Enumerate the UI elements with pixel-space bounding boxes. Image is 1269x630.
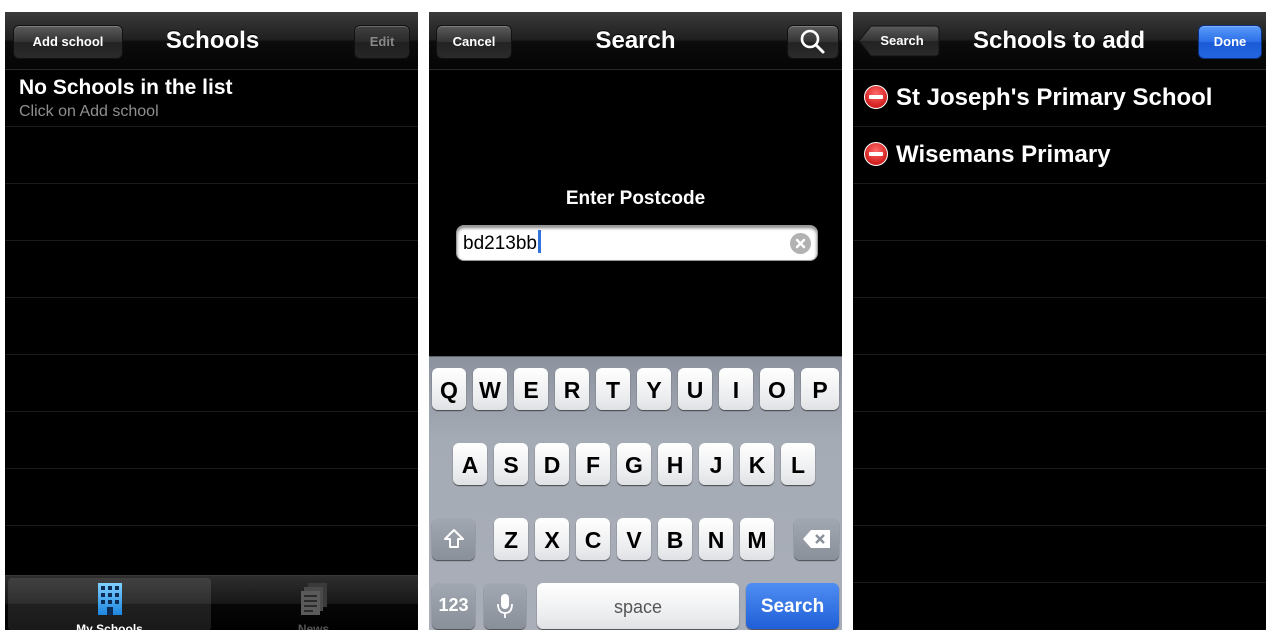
postcode-value: bd213bb <box>463 233 537 254</box>
page-title: Schools to add <box>972 27 1145 54</box>
row-divider <box>5 183 418 184</box>
key-l[interactable]: L <box>781 443 815 485</box>
text-cursor <box>537 230 541 253</box>
key-m[interactable]: M <box>740 518 774 560</box>
add-school-button[interactable]: Add school <box>13 25 123 59</box>
row-divider <box>853 525 1266 526</box>
clear-text-button[interactable] <box>790 233 811 254</box>
clear-icon <box>795 238 806 249</box>
key-h[interactable]: H <box>658 443 692 485</box>
cancel-button[interactable]: Cancel <box>436 25 512 59</box>
key-b[interactable]: B <box>658 518 692 560</box>
key-d[interactable]: D <box>535 443 569 485</box>
tab-label: My Schools <box>76 622 143 630</box>
search-icon <box>800 29 825 54</box>
navigation-bar: Search Schools to add Done <box>853 12 1266 70</box>
back-button-label: Search <box>880 33 924 48</box>
empty-list-subtitle: Click on Add school <box>19 103 159 120</box>
key-i[interactable]: I <box>719 368 753 410</box>
postcode-search-screen: Cancel Search Enter Postcode bd213bb Q W… <box>429 12 842 630</box>
tab-my-schools[interactable]: My Schools <box>8 578 211 630</box>
row-divider <box>853 468 1266 469</box>
postcode-input[interactable]: bd213bb <box>456 225 818 261</box>
key-g[interactable]: G <box>617 443 651 485</box>
numbers-key[interactable]: 123 <box>432 583 475 629</box>
done-button[interactable]: Done <box>1198 25 1262 59</box>
tab-news[interactable]: News <box>212 578 415 630</box>
tab-bar: My Schools News <box>5 575 418 630</box>
key-n[interactable]: N <box>699 518 733 560</box>
key-j[interactable]: J <box>699 443 733 485</box>
row-divider <box>5 411 418 412</box>
back-button[interactable]: Search <box>858 25 940 57</box>
row-divider <box>853 183 1266 184</box>
page-title: Search <box>595 27 676 54</box>
school-name: St Joseph's Primary School <box>896 84 1213 111</box>
list-item[interactable]: Wisemans Primary <box>853 127 1266 184</box>
row-divider <box>853 126 1266 127</box>
row-divider <box>853 297 1266 298</box>
enter-postcode-label: Enter Postcode <box>565 188 706 209</box>
delete-circle-icon[interactable] <box>864 142 888 166</box>
row-divider <box>5 126 418 127</box>
edit-button[interactable]: Edit <box>354 25 410 59</box>
building-icon <box>97 582 123 621</box>
key-s[interactable]: S <box>494 443 528 485</box>
row-divider <box>853 411 1266 412</box>
news-documents-icon <box>300 582 328 621</box>
schools-to-add-screen: Search Schools to add Done St Joseph's P… <box>853 12 1266 630</box>
row-divider <box>5 525 418 526</box>
key-r[interactable]: R <box>555 368 589 410</box>
page-title: Schools <box>165 27 260 54</box>
keyboard-search-key[interactable]: Search <box>746 583 839 629</box>
space-key[interactable]: space <box>537 583 739 629</box>
key-k[interactable]: K <box>740 443 774 485</box>
navigation-bar: Add school Schools Edit <box>5 12 418 70</box>
key-t[interactable]: T <box>596 368 630 410</box>
on-screen-keyboard: Q W E R T Y U I O P A S D F G H J K L Z … <box>429 356 842 630</box>
school-name: Wisemans Primary <box>896 141 1111 168</box>
empty-list-title: No Schools in the list <box>19 76 233 99</box>
shift-arrow-icon <box>443 529 464 548</box>
row-divider <box>853 582 1266 583</box>
key-x[interactable]: X <box>535 518 569 560</box>
row-divider <box>5 297 418 298</box>
key-y[interactable]: Y <box>637 368 671 410</box>
navigation-bar: Cancel Search <box>429 12 842 70</box>
key-q[interactable]: Q <box>432 368 466 410</box>
dictation-key[interactable] <box>484 583 526 629</box>
key-w[interactable]: W <box>473 368 507 410</box>
backspace-icon <box>802 530 830 548</box>
microphone-icon <box>497 594 513 618</box>
search-button[interactable] <box>787 25 839 59</box>
key-f[interactable]: F <box>576 443 610 485</box>
key-a[interactable]: A <box>453 443 487 485</box>
row-divider <box>5 240 418 241</box>
row-divider <box>5 354 418 355</box>
key-o[interactable]: O <box>760 368 794 410</box>
key-c[interactable]: C <box>576 518 610 560</box>
list-item[interactable]: St Joseph's Primary School <box>853 70 1266 127</box>
shift-key[interactable] <box>432 518 475 560</box>
tab-label: News <box>297 622 330 630</box>
key-v[interactable]: V <box>617 518 651 560</box>
row-divider <box>853 354 1266 355</box>
row-divider <box>5 468 418 469</box>
key-u[interactable]: U <box>678 368 712 410</box>
key-e[interactable]: E <box>514 368 548 410</box>
key-p[interactable]: P <box>801 368 839 410</box>
my-schools-screen: Add school Schools Edit No Schools in th… <box>5 12 418 630</box>
backspace-key[interactable] <box>794 518 839 560</box>
key-z[interactable]: Z <box>494 518 528 560</box>
delete-circle-icon[interactable] <box>864 85 888 109</box>
row-divider <box>853 240 1266 241</box>
